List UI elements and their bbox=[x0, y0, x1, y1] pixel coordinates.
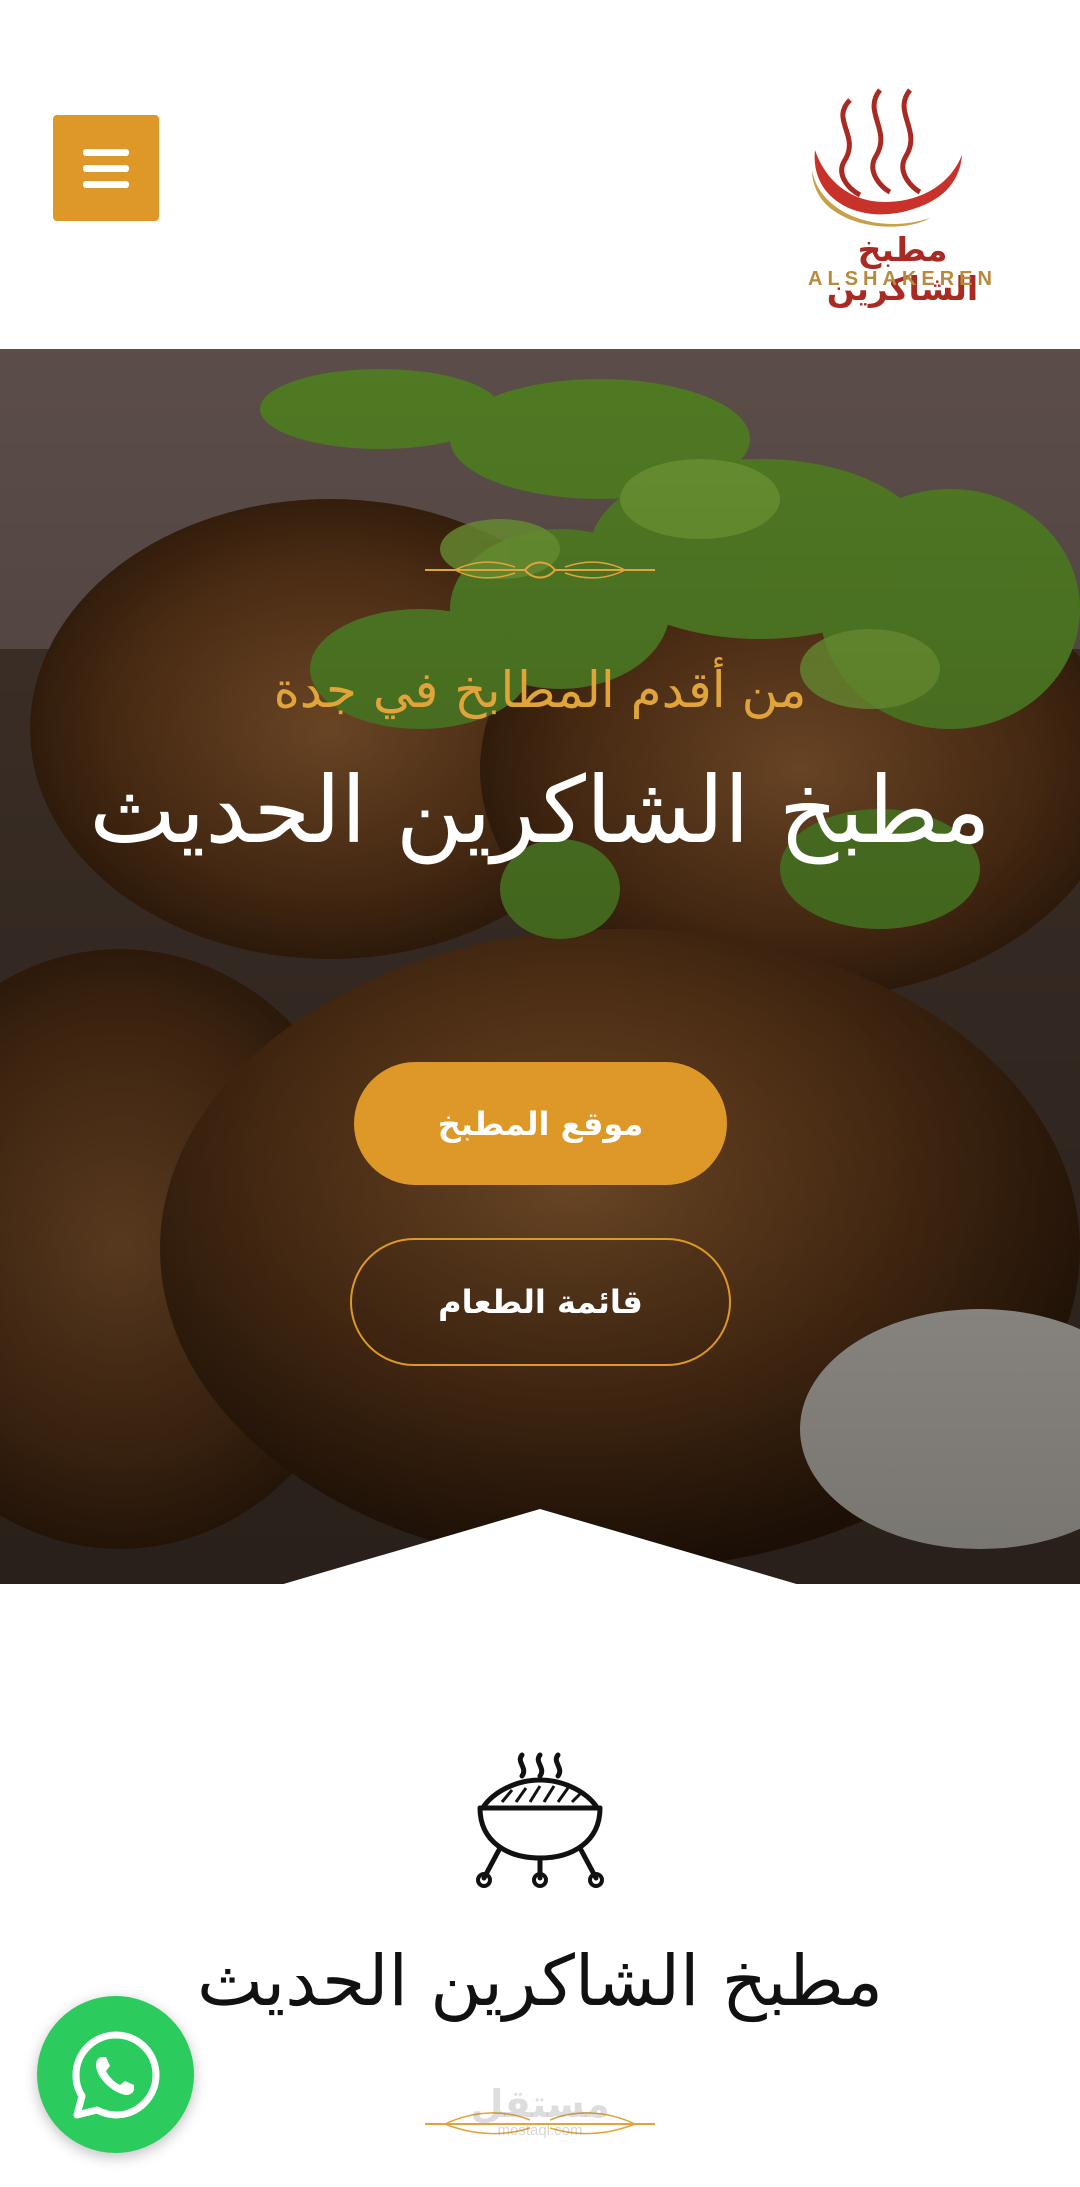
grill-icon bbox=[476, 1752, 604, 1888]
ornament-divider-icon bbox=[425, 561, 655, 579]
hero-section: من أقدم المطابخ في جدة مطبخ الشاكرين الح… bbox=[0, 349, 1080, 1584]
menu-button[interactable] bbox=[53, 115, 159, 221]
section-title: مطبخ الشاكرين الحديث bbox=[197, 1940, 883, 2022]
logo-steam-icon bbox=[812, 88, 962, 227]
hamburger-menu-icon-line bbox=[83, 180, 129, 188]
hero-food-image bbox=[0, 349, 1080, 1584]
hamburger-menu-icon-line bbox=[83, 164, 129, 172]
watermark-url: mostaql.com bbox=[497, 2122, 583, 2139]
food-menu-button[interactable]: قائمة الطعام bbox=[350, 1238, 731, 1366]
kitchen-location-button[interactable]: موقع المطبخ bbox=[354, 1062, 727, 1185]
site-logo[interactable]: مطبخ الشاكرين ALSHAKEREN bbox=[790, 80, 1015, 308]
hamburger-menu-icon-line bbox=[83, 148, 129, 156]
site-header: مطبخ الشاكرين ALSHAKEREN bbox=[0, 0, 1080, 349]
hero-subtitle: من أقدم المطابخ في جدة bbox=[273, 661, 807, 719]
whatsapp-button[interactable] bbox=[37, 1996, 194, 2153]
logo-english-name: ALSHAKEREN bbox=[808, 268, 997, 290]
hero-bottom-notch bbox=[283, 1509, 797, 1584]
whatsapp-icon bbox=[72, 2031, 159, 2118]
watermark-text: مستقل bbox=[470, 2082, 610, 2126]
hero-title: مطبخ الشاكرين الحديث bbox=[89, 757, 991, 864]
